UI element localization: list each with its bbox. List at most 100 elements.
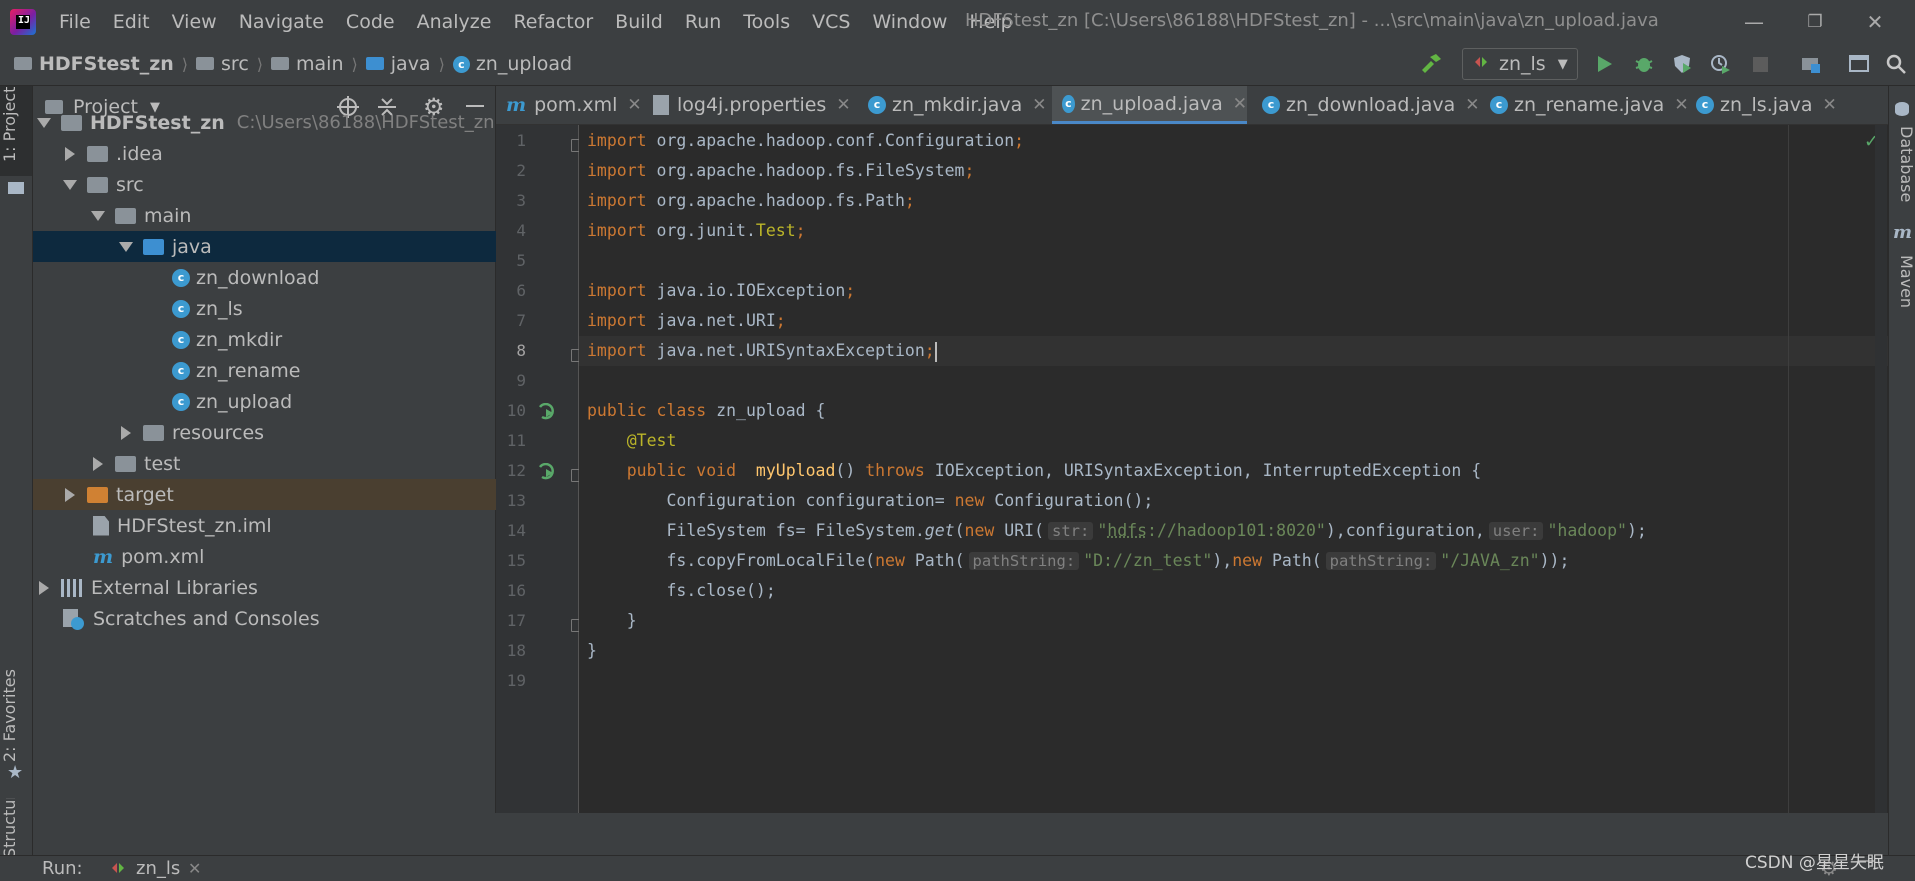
- code-editor[interactable]: ✓ import org.apache.hadoop.conf.Configur…: [579, 125, 1888, 813]
- tree-label: HDFStest_zn: [90, 112, 225, 134]
- tree-item-project-root[interactable]: HDFStest_zn C:\Users\86188\HDFStest_zn: [33, 107, 499, 138]
- menu-tools[interactable]: Tools: [732, 11, 801, 33]
- code-line-3: import org.apache.hadoop.fs.Path;: [587, 186, 915, 216]
- class-icon: c: [1062, 95, 1075, 113]
- tree-label: main: [144, 205, 191, 227]
- iml-file-icon: [93, 516, 109, 536]
- tab-zn-rename[interactable]: c zn_rename.java ✕: [1480, 86, 1689, 124]
- breadcrumb-project[interactable]: HDFStest_zn: [39, 53, 174, 75]
- coverage-shield-icon[interactable]: [1668, 50, 1696, 78]
- tree-label: resources: [172, 422, 264, 444]
- tab-label: log4j.properties: [677, 94, 826, 116]
- database-tool-tab[interactable]: Database: [1889, 124, 1915, 204]
- tree-item-idea[interactable]: .idea: [33, 138, 525, 169]
- menu-view[interactable]: View: [161, 11, 228, 33]
- menu-code[interactable]: Code: [335, 11, 406, 33]
- chevron-right-icon: ⟩: [257, 55, 263, 74]
- menu-file[interactable]: File: [48, 11, 102, 33]
- tab-zn-mkdir[interactable]: c zn_mkdir.java ✕: [858, 86, 1047, 124]
- menu-edit[interactable]: Edit: [102, 11, 161, 33]
- source-folder-icon: [143, 239, 164, 255]
- tree-item-main[interactable]: main: [33, 200, 553, 231]
- breadcrumb-java[interactable]: java: [391, 53, 431, 75]
- close-icon[interactable]: ✕: [836, 95, 850, 115]
- run-config-label: zn_ls: [1499, 53, 1546, 75]
- class-icon: c: [1262, 96, 1280, 114]
- minimize-button[interactable]: —: [1724, 8, 1784, 36]
- profiler-icon[interactable]: [1706, 50, 1734, 78]
- tree-item-external-libraries[interactable]: External Libraries: [33, 572, 499, 603]
- run-config-icon: [110, 860, 126, 881]
- close-icon[interactable]: ✕: [1465, 95, 1479, 115]
- restore-button[interactable]: ❐: [1785, 8, 1845, 36]
- menu-run[interactable]: Run: [674, 11, 732, 33]
- layout-window-icon[interactable]: [1845, 50, 1873, 78]
- line-number: 19: [496, 671, 526, 690]
- line-number: 2: [496, 161, 526, 180]
- class-icon: c: [172, 300, 190, 318]
- close-icon[interactable]: ✕: [188, 859, 201, 878]
- resources-folder-icon: [143, 425, 164, 441]
- tab-log4j-properties[interactable]: log4j.properties ✕: [643, 86, 851, 124]
- expanded-arrow-icon: [63, 180, 77, 190]
- run-configuration-select[interactable]: zn_ls ▼: [1462, 48, 1578, 80]
- breadcrumb-file[interactable]: zn_upload: [476, 53, 572, 75]
- tree-item-iml[interactable]: HDFStest_zn.iml: [33, 510, 555, 541]
- close-window-button[interactable]: ✕: [1845, 8, 1905, 36]
- menu-analyze[interactable]: Analyze: [406, 11, 503, 33]
- tree-item-target[interactable]: target: [33, 479, 525, 510]
- maven-icon: m: [1893, 222, 1912, 243]
- close-icon[interactable]: ✕: [1032, 95, 1046, 115]
- tab-label: pom.xml: [534, 94, 617, 116]
- line-number: 5: [496, 251, 526, 270]
- run-class-gutter-icon[interactable]: [538, 403, 558, 426]
- line-number: 7: [496, 311, 526, 330]
- close-icon[interactable]: ✕: [1233, 94, 1247, 114]
- line-number: 13: [496, 491, 526, 510]
- menu-navigate[interactable]: Navigate: [228, 11, 335, 33]
- project-structure-icon[interactable]: [1797, 50, 1825, 78]
- tree-item-src[interactable]: src: [33, 169, 525, 200]
- folder-icon: [271, 57, 289, 70]
- code-line-12: public void myUpload() throws IOExceptio…: [587, 456, 1481, 486]
- expanded-arrow-icon: [119, 242, 133, 252]
- project-tool-tab[interactable]: 1: Project: [0, 92, 32, 162]
- tree-item-test[interactable]: test: [33, 448, 553, 479]
- favorites-tool-tab[interactable]: 2: Favorites: [0, 668, 32, 763]
- stop-icon[interactable]: [1746, 50, 1774, 78]
- parameter-hint: user:: [1489, 522, 1544, 540]
- debug-bug-icon[interactable]: [1630, 50, 1658, 78]
- database-icon: [1895, 102, 1909, 116]
- breadcrumb-src[interactable]: src: [221, 53, 249, 75]
- menu-vcs[interactable]: VCS: [801, 11, 861, 33]
- intellij-logo-icon: IJ: [10, 9, 36, 35]
- class-icon: c: [1696, 96, 1714, 114]
- tab-zn-download[interactable]: c zn_download.java ✕: [1252, 86, 1480, 124]
- expanded-arrow-icon: [37, 118, 51, 128]
- run-tab-label[interactable]: zn_ls: [136, 858, 180, 879]
- close-icon[interactable]: ✕: [627, 95, 641, 115]
- structure-tool-tab[interactable]: Structure: [0, 798, 32, 858]
- build-hammer-icon[interactable]: [1417, 50, 1445, 78]
- menu-build[interactable]: Build: [604, 11, 674, 33]
- line-number: 18: [496, 641, 526, 660]
- menu-refactor[interactable]: Refactor: [502, 11, 604, 33]
- tab-zn-upload[interactable]: c zn_upload.java ✕: [1052, 86, 1247, 124]
- tree-item-pom[interactable]: m pom.xml: [33, 541, 555, 572]
- run-test-gutter-icon[interactable]: [538, 463, 558, 486]
- tab-zn-ls[interactable]: c zn_ls.java ✕: [1686, 86, 1837, 124]
- run-play-icon[interactable]: [1590, 50, 1618, 78]
- tree-item-scratches[interactable]: Scratches and Consoles: [33, 603, 525, 634]
- maven-tool-tab[interactable]: Maven: [1889, 252, 1915, 312]
- breadcrumb-main[interactable]: main: [296, 53, 343, 75]
- tab-pom-xml[interactable]: m pom.xml ✕: [496, 86, 642, 124]
- search-icon[interactable]: [1882, 50, 1910, 78]
- tree-path-hint: C:\Users\86188\HDFStest_zn: [237, 112, 495, 133]
- close-icon[interactable]: ✕: [1823, 95, 1837, 115]
- parameter-hint: pathString:: [969, 552, 1080, 570]
- editor-scrollbar[interactable]: [1875, 125, 1887, 813]
- maven-icon: m: [506, 94, 526, 116]
- tree-label: java: [172, 236, 212, 258]
- menu-window[interactable]: Window: [861, 11, 958, 33]
- editor-bottom-filler: [33, 813, 1888, 855]
